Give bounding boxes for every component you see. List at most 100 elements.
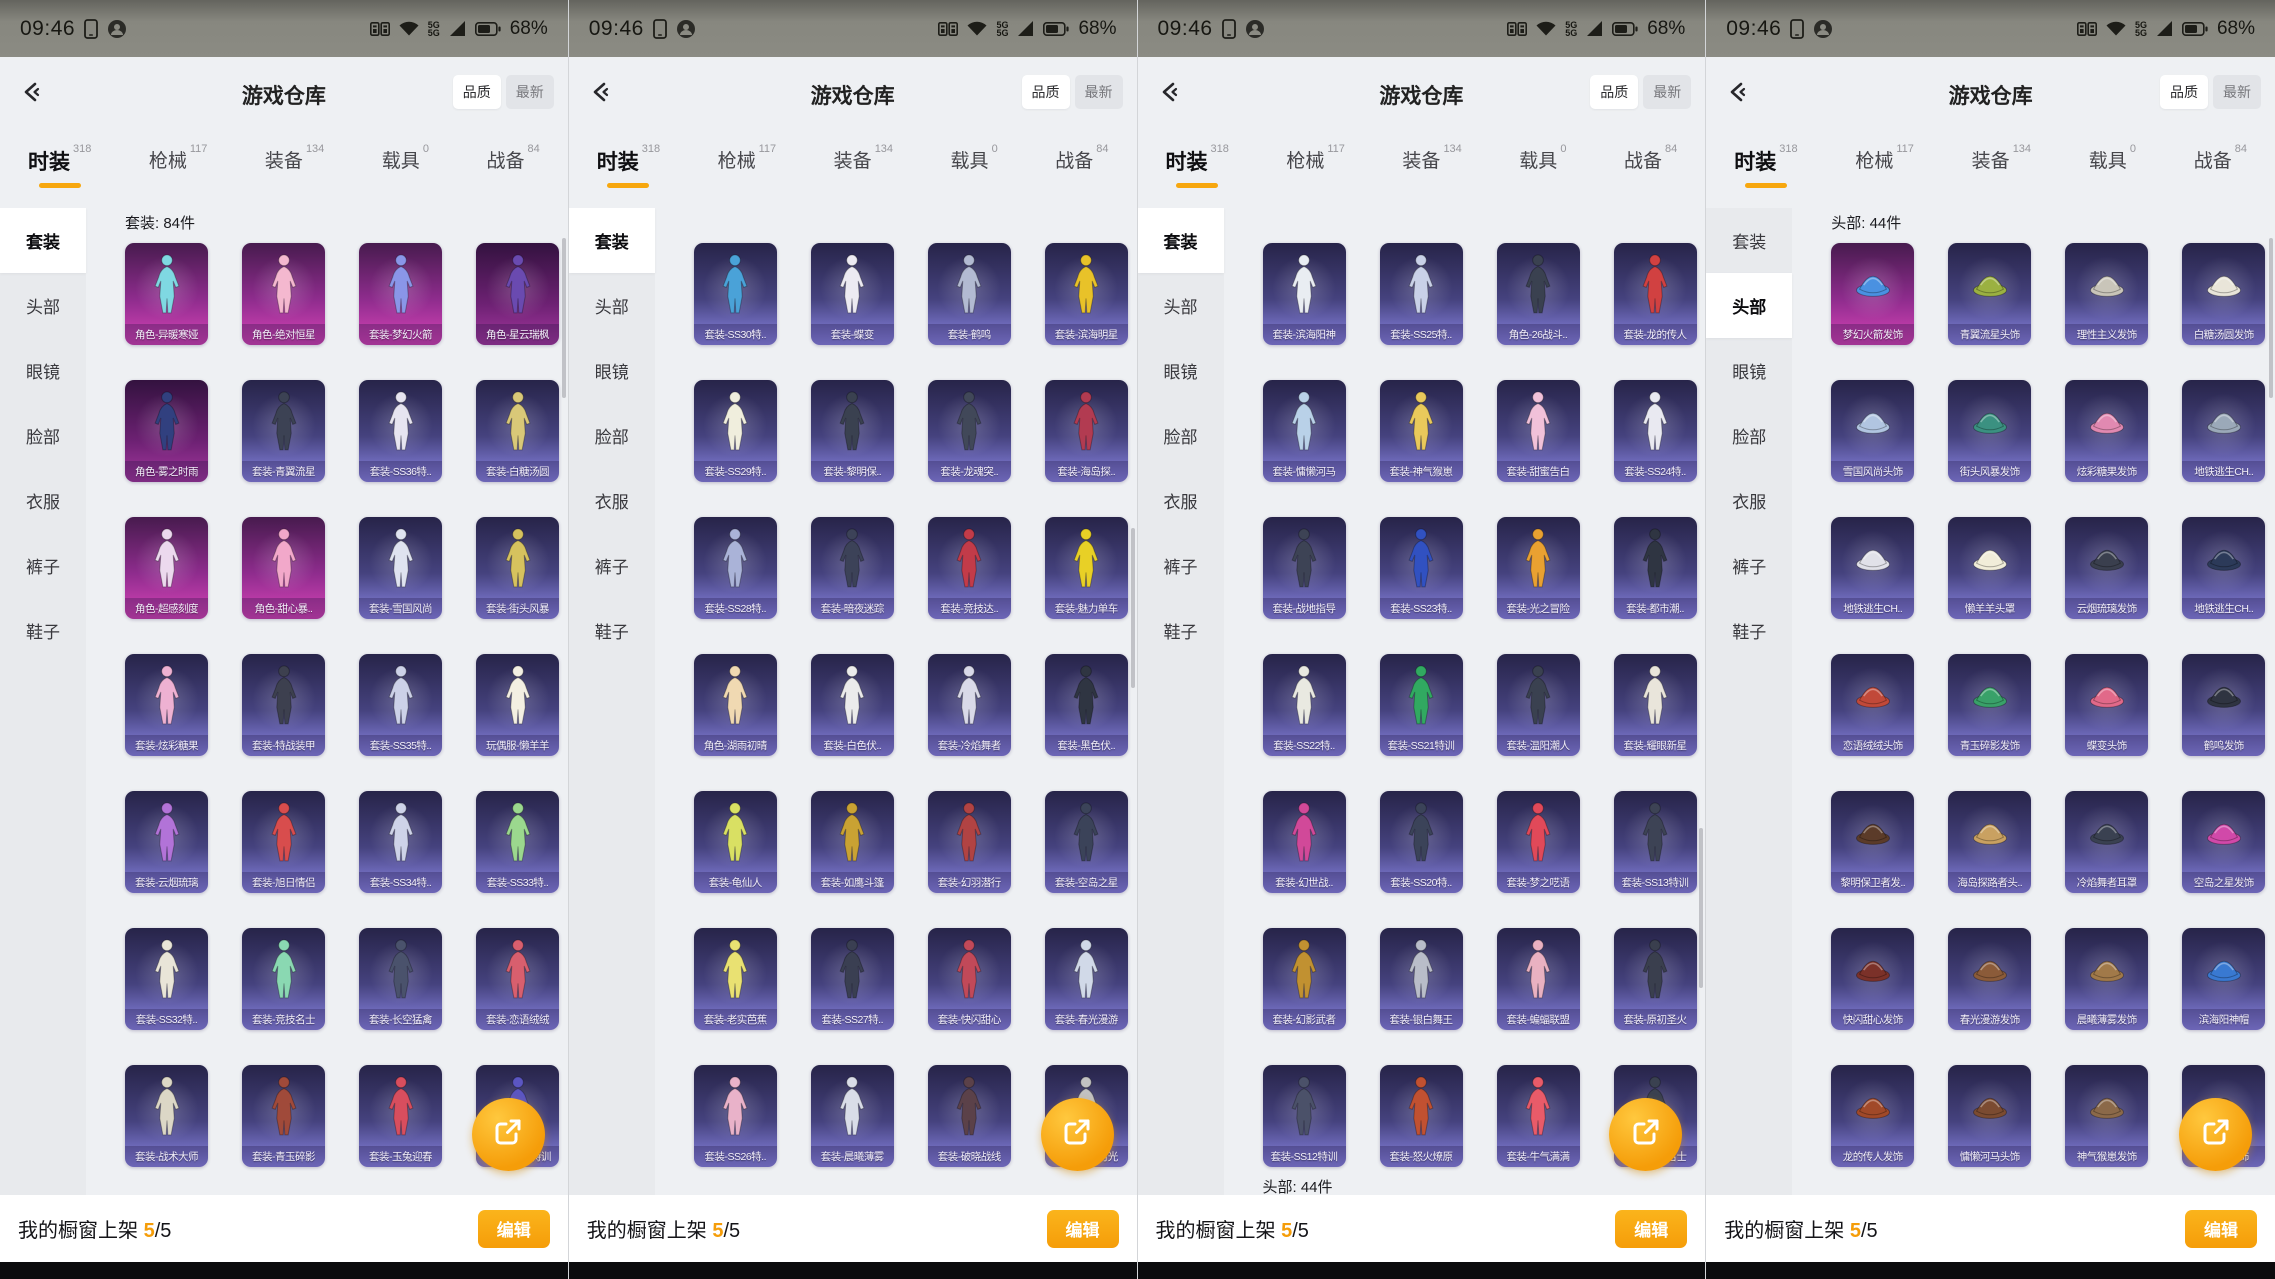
tab-战备[interactable]: 战备84	[486, 146, 539, 173]
item-card[interactable]: 套装-梦之呓语	[1497, 791, 1580, 893]
tab-载具[interactable]: 载具0	[1519, 146, 1566, 173]
sort-latest-button[interactable]: 最新	[1075, 75, 1123, 109]
sidebar-item-套装[interactable]: 套装	[1706, 208, 1792, 273]
sort-quality-button[interactable]: 品质	[1022, 75, 1070, 109]
item-card[interactable]: 套装-战地指导	[1263, 517, 1346, 619]
item-card[interactable]: 套装-幻羽潜行	[928, 791, 1011, 893]
item-card[interactable]: 套装-SS25特..	[1380, 243, 1463, 345]
item-card[interactable]: 梦幻火箭发饰	[1831, 243, 1914, 345]
item-card[interactable]: 套装-SS34特..	[359, 791, 442, 893]
item-card[interactable]: 套装-长空猛禽	[359, 928, 442, 1030]
sort-latest-button[interactable]: 最新	[506, 75, 554, 109]
share-fab-button[interactable]	[1041, 1098, 1114, 1171]
tab-枪械[interactable]: 枪械117	[1286, 146, 1345, 173]
item-card[interactable]: 套装-鹤鸣	[928, 243, 1011, 345]
item-card[interactable]: 海岛探路者头..	[1948, 791, 2031, 893]
item-card[interactable]: 套装-冷焰舞者	[928, 654, 1011, 756]
item-card[interactable]: 套装-春光漫游	[1045, 928, 1128, 1030]
tab-战备[interactable]: 战备84	[1624, 146, 1677, 173]
tab-枪械[interactable]: 枪械117	[149, 146, 208, 173]
item-card[interactable]: 套装-玉兔迎春	[359, 1065, 442, 1167]
item-card[interactable]: 套装-SS13特训	[1614, 791, 1697, 893]
item-card[interactable]: 炫彩糖果发饰	[2065, 380, 2148, 482]
item-card[interactable]: 套装-特战装甲	[242, 654, 325, 756]
item-card[interactable]: 套装-SS35特..	[359, 654, 442, 756]
edit-button[interactable]: 编辑	[2185, 1210, 2257, 1248]
tab-装备[interactable]: 装备134	[1972, 146, 2031, 173]
sidebar-item-套装[interactable]: 套装	[1138, 208, 1224, 273]
item-card[interactable]: 套装-街头风暴	[476, 517, 559, 619]
back-button[interactable]	[585, 79, 615, 109]
item-card[interactable]: 套装-幻影武者	[1263, 928, 1346, 1030]
item-card[interactable]: 套装-空岛之星	[1045, 791, 1128, 893]
item-card[interactable]: 角色-雾之时雨	[125, 380, 208, 482]
item-card[interactable]: 套装-竞技名士	[242, 928, 325, 1030]
item-card[interactable]: 角色-甜心暴..	[242, 517, 325, 619]
item-card[interactable]: 理性主义发饰	[2065, 243, 2148, 345]
item-card[interactable]: 套装-SS28特..	[694, 517, 777, 619]
item-card[interactable]: 套装-幻世战..	[1263, 791, 1346, 893]
item-card[interactable]: 套装-SS21特训	[1380, 654, 1463, 756]
edit-button[interactable]: 编辑	[1047, 1210, 1119, 1248]
tab-战备[interactable]: 战备84	[1055, 146, 1108, 173]
sidebar-item-头部[interactable]: 头部	[0, 273, 86, 338]
item-card[interactable]: 街头风暴发饰	[1948, 380, 2031, 482]
item-card[interactable]: 套装-怒火燎原	[1380, 1065, 1463, 1167]
item-card[interactable]: 套装-战术大师	[125, 1065, 208, 1167]
edit-button[interactable]: 编辑	[478, 1210, 550, 1248]
item-card[interactable]: 套装-海岛探..	[1045, 380, 1128, 482]
item-card[interactable]: 套装-破晓战线	[928, 1065, 1011, 1167]
sidebar-item-头部[interactable]: 头部	[1138, 273, 1224, 338]
item-card[interactable]: 鹤鸣发饰	[2182, 654, 2265, 756]
sidebar-item-脸部[interactable]: 脸部	[0, 403, 86, 468]
item-card[interactable]: 套装-快闪甜心	[928, 928, 1011, 1030]
sidebar-item-衣服[interactable]: 衣服	[569, 468, 655, 533]
item-card[interactable]: 套装-竞技达..	[928, 517, 1011, 619]
item-card[interactable]: 滨海阳神帽	[2182, 928, 2265, 1030]
item-card[interactable]: 套装-旭日情侣	[242, 791, 325, 893]
tab-枪械[interactable]: 枪械117	[718, 146, 777, 173]
item-card[interactable]: 套装-银白舞王	[1380, 928, 1463, 1030]
item-card[interactable]: 青翼流星头饰	[1948, 243, 2031, 345]
item-card[interactable]: 套装-SS24特..	[1614, 380, 1697, 482]
tab-枪械[interactable]: 枪械117	[1855, 146, 1914, 173]
back-button[interactable]	[16, 79, 46, 109]
sidebar-item-脸部[interactable]: 脸部	[1706, 403, 1792, 468]
item-card[interactable]: 神气猴崽发饰	[2065, 1065, 2148, 1167]
item-card[interactable]: 套装-牛气满满	[1497, 1065, 1580, 1167]
scrollbar[interactable]	[1699, 828, 1703, 988]
item-card[interactable]: 雪国风尚头饰	[1831, 380, 1914, 482]
tab-时装[interactable]: 时装318	[1734, 146, 1797, 188]
sidebar-item-头部[interactable]: 头部	[1706, 273, 1792, 338]
sort-quality-button[interactable]: 品质	[2160, 75, 2208, 109]
tab-载具[interactable]: 载具0	[2089, 146, 2136, 173]
item-card[interactable]: 套装-炫彩糖果	[125, 654, 208, 756]
item-card[interactable]: 套装-SS33特..	[476, 791, 559, 893]
tab-装备[interactable]: 装备134	[834, 146, 893, 173]
item-card[interactable]: 套装-老实芭蕉	[694, 928, 777, 1030]
item-card[interactable]: 套装-青翼流星	[242, 380, 325, 482]
item-card[interactable]: 玩偶服-懒羊羊	[476, 654, 559, 756]
item-card[interactable]: 黎明保卫者发..	[1831, 791, 1914, 893]
sidebar-item-眼镜[interactable]: 眼镜	[1706, 338, 1792, 403]
sidebar-item-套装[interactable]: 套装	[0, 208, 86, 273]
edit-button[interactable]: 编辑	[1615, 1210, 1687, 1248]
sidebar-item-头部[interactable]: 头部	[569, 273, 655, 338]
item-card[interactable]: 套装-青玉碎影	[242, 1065, 325, 1167]
item-card[interactable]: 快闪甜心发饰	[1831, 928, 1914, 1030]
back-button[interactable]	[1722, 79, 1752, 109]
item-card[interactable]: 套装-SS23特..	[1380, 517, 1463, 619]
item-card[interactable]: 套装-暗夜迷踪	[811, 517, 894, 619]
item-card[interactable]: 套装-龙魂突..	[928, 380, 1011, 482]
item-card[interactable]: 套装-神气猴崽	[1380, 380, 1463, 482]
sidebar-item-裤子[interactable]: 裤子	[0, 533, 86, 598]
item-card[interactable]: 恋语绒绒头饰	[1831, 654, 1914, 756]
tab-载具[interactable]: 载具0	[951, 146, 998, 173]
item-card[interactable]: 套装-光之冒险	[1497, 517, 1580, 619]
sidebar-item-鞋子[interactable]: 鞋子	[569, 598, 655, 663]
item-card[interactable]: 套装-SS30特..	[694, 243, 777, 345]
item-card[interactable]: 晨曦薄雾发饰	[2065, 928, 2148, 1030]
item-card[interactable]: 角色-超感刻度	[125, 517, 208, 619]
item-card[interactable]: 套装-SS36特..	[359, 380, 442, 482]
sidebar-item-眼镜[interactable]: 眼镜	[1138, 338, 1224, 403]
